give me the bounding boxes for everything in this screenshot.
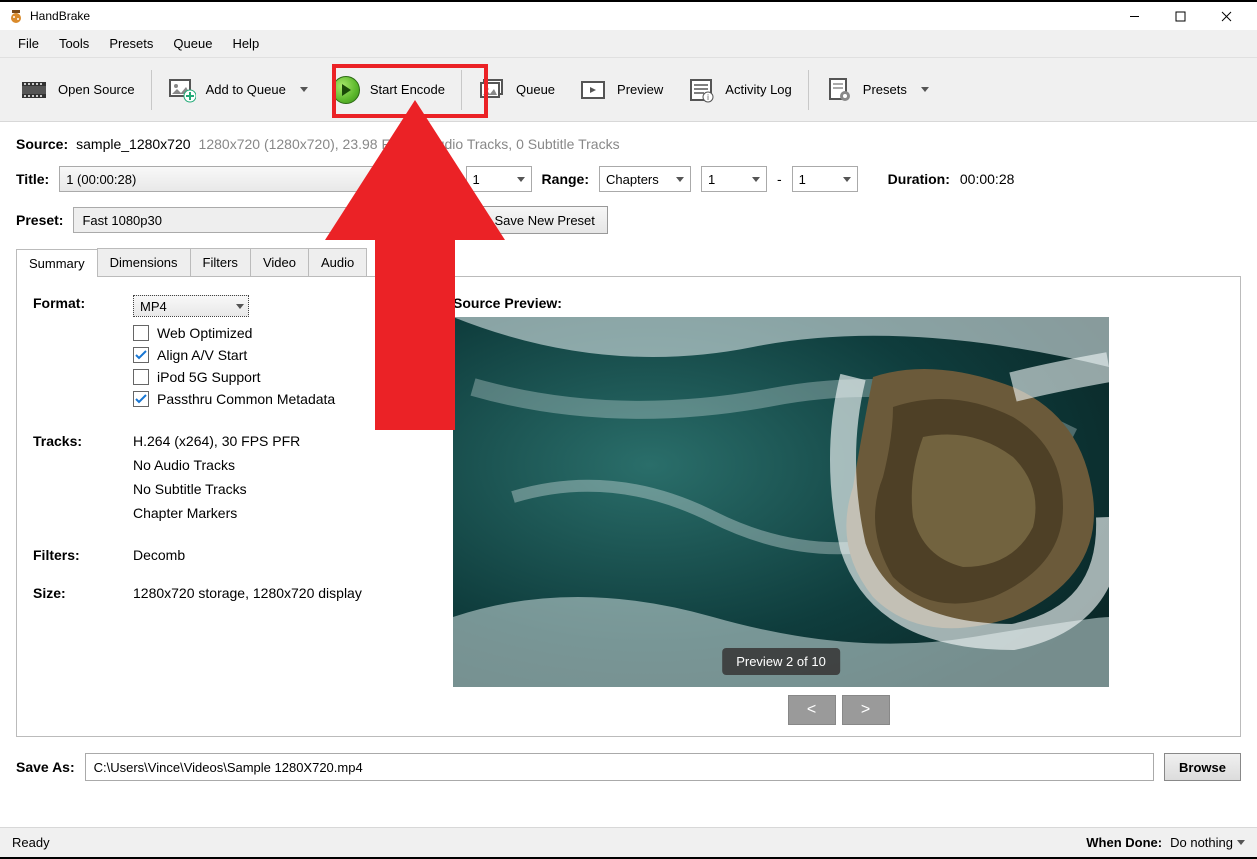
- menu-presets[interactable]: Presets: [99, 32, 163, 55]
- picture-add-icon: [168, 76, 196, 104]
- duration-value: 00:00:28: [960, 171, 1015, 187]
- checkbox-icon: [133, 347, 149, 363]
- close-button[interactable]: [1203, 1, 1249, 31]
- checkbox-icon: [133, 391, 149, 407]
- filters-value: Decomb: [133, 547, 413, 563]
- minimize-button[interactable]: [1111, 1, 1157, 31]
- browse-button[interactable]: Browse: [1164, 753, 1241, 781]
- add-to-queue-button[interactable]: Add to Queue: [156, 66, 320, 114]
- tab-filters[interactable]: Filters: [190, 248, 251, 276]
- tab-content: Format: MP4 Web Optimized Align A/V Star…: [16, 277, 1241, 737]
- app-icon: [8, 8, 24, 24]
- activity-log-label: Activity Log: [725, 82, 791, 97]
- film-icon: [20, 76, 48, 104]
- menu-help[interactable]: Help: [222, 32, 269, 55]
- checkbox-icon: [133, 325, 149, 341]
- menu-queue[interactable]: Queue: [163, 32, 222, 55]
- angle-label: le:: [439, 171, 455, 187]
- tab-dimensions[interactable]: Dimensions: [97, 248, 191, 276]
- presets-label: Presets: [863, 82, 907, 97]
- tab-summary[interactable]: Summary: [16, 249, 98, 277]
- passthru-checkbox[interactable]: Passthru Common Metadata: [133, 391, 413, 407]
- preset-label: Preset:: [16, 212, 63, 228]
- add-to-queue-label: Add to Queue: [206, 82, 286, 97]
- range-label: Range:: [542, 171, 589, 187]
- chevron-down-icon: [300, 87, 308, 92]
- status-bar: Ready When Done: Do nothing: [0, 827, 1257, 857]
- start-encode-button[interactable]: Start Encode: [320, 66, 457, 114]
- preview-image: Preview 2 of 10: [453, 317, 1109, 687]
- gear-document-icon: [825, 76, 853, 104]
- range-to-dropdown[interactable]: 1: [792, 166, 858, 192]
- range-from-dropdown[interactable]: 1: [701, 166, 767, 192]
- tracks-label: Tracks:: [33, 433, 133, 521]
- maximize-button[interactable]: [1157, 1, 1203, 31]
- save-new-preset-button[interactable]: Save New Preset: [481, 206, 607, 234]
- window-title: HandBrake: [30, 9, 90, 23]
- queue-label: Queue: [516, 82, 555, 97]
- ipod-checkbox[interactable]: iPod 5G Support: [133, 369, 413, 385]
- source-details: 1280x720 (1280x720), 23.98 FPS, 0 Audio …: [199, 136, 620, 152]
- preview-counter: Preview 2 of 10: [722, 648, 840, 675]
- range-type-dropdown[interactable]: Chapters: [599, 166, 691, 192]
- source-name: sample_1280x720: [76, 136, 190, 152]
- save-path-input[interactable]: [85, 753, 1154, 781]
- log-icon: i: [687, 76, 715, 104]
- toolbar-separator: [461, 70, 462, 110]
- tabs: Summary Dimensions Filters Video Audio: [16, 248, 1241, 277]
- chevron-down-icon: [921, 87, 929, 92]
- activity-log-button[interactable]: i Activity Log: [675, 66, 803, 114]
- source-label: Source:: [16, 136, 68, 152]
- title-label: Title:: [16, 171, 49, 187]
- start-encode-label: Start Encode: [370, 82, 445, 97]
- tab-video[interactable]: Video: [250, 248, 309, 276]
- preview-next-button[interactable]: >: [842, 695, 890, 725]
- chevron-down-icon: [1237, 840, 1245, 845]
- range-separator: -: [777, 171, 782, 187]
- source-preview-label: Source Preview:: [453, 295, 1224, 311]
- preview-label: Preview: [617, 82, 663, 97]
- web-optimized-checkbox[interactable]: Web Optimized: [133, 325, 413, 341]
- tracks-info: H.264 (x264), 30 FPS PFR No Audio Tracks…: [133, 433, 413, 521]
- format-label: Format:: [33, 295, 133, 413]
- title-dropdown[interactable]: 1 (00:00:28): [59, 166, 399, 192]
- toolbar-separator: [808, 70, 809, 110]
- duration-label: Duration:: [888, 171, 950, 187]
- save-as-label: Save As:: [16, 759, 75, 775]
- open-source-button[interactable]: Open Source: [8, 66, 147, 114]
- size-value: 1280x720 storage, 1280x720 display: [133, 585, 413, 601]
- presets-button[interactable]: Presets: [813, 66, 941, 114]
- queue-button[interactable]: Queue: [466, 66, 567, 114]
- checkbox-icon: [133, 369, 149, 385]
- title-bar: HandBrake: [0, 0, 1257, 30]
- toolbar-separator: [151, 70, 152, 110]
- preview-icon: [579, 76, 607, 104]
- when-done-label: When Done:: [1086, 835, 1162, 850]
- menu-bar: File Tools Presets Queue Help: [0, 30, 1257, 58]
- open-source-label: Open Source: [58, 82, 135, 97]
- preview-button[interactable]: Preview: [567, 66, 675, 114]
- source-info: Source: sample_1280x720 1280x720 (1280x7…: [16, 136, 1241, 152]
- preview-prev-button[interactable]: <: [788, 695, 836, 725]
- menu-file[interactable]: File: [8, 32, 49, 55]
- play-icon: [332, 76, 360, 104]
- size-label: Size:: [33, 585, 133, 601]
- svg-text:i: i: [707, 93, 709, 102]
- filters-label: Filters:: [33, 547, 133, 563]
- format-dropdown[interactable]: MP4: [133, 295, 249, 317]
- tab-audio[interactable]: Audio: [308, 248, 367, 276]
- menu-tools[interactable]: Tools: [49, 32, 99, 55]
- status-text: Ready: [12, 835, 50, 850]
- align-av-checkbox[interactable]: Align A/V Start: [133, 347, 413, 363]
- angle-dropdown[interactable]: 1: [466, 166, 532, 192]
- stack-icon: [478, 76, 506, 104]
- toolbar: Open Source Add to Queue Start Encode Qu…: [0, 58, 1257, 122]
- when-done-dropdown[interactable]: Do nothing: [1170, 835, 1245, 850]
- preset-field[interactable]: [73, 207, 471, 233]
